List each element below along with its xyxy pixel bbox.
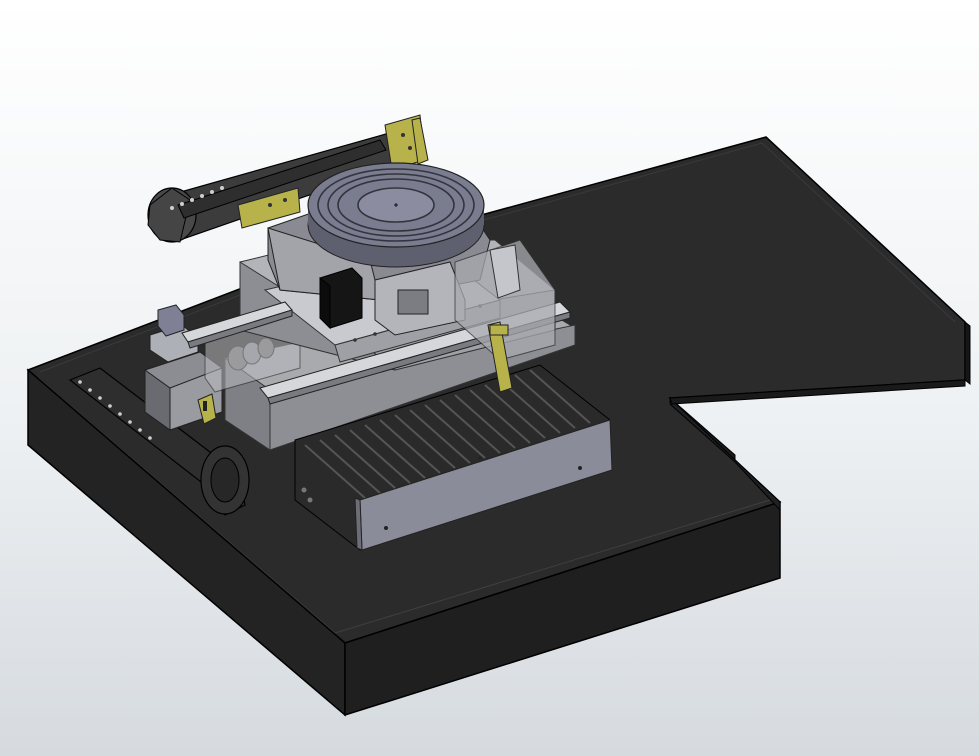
cad-model-canvas[interactable] (0, 0, 979, 756)
cad-viewport[interactable] (0, 0, 979, 756)
rotary-table (307, 162, 485, 268)
